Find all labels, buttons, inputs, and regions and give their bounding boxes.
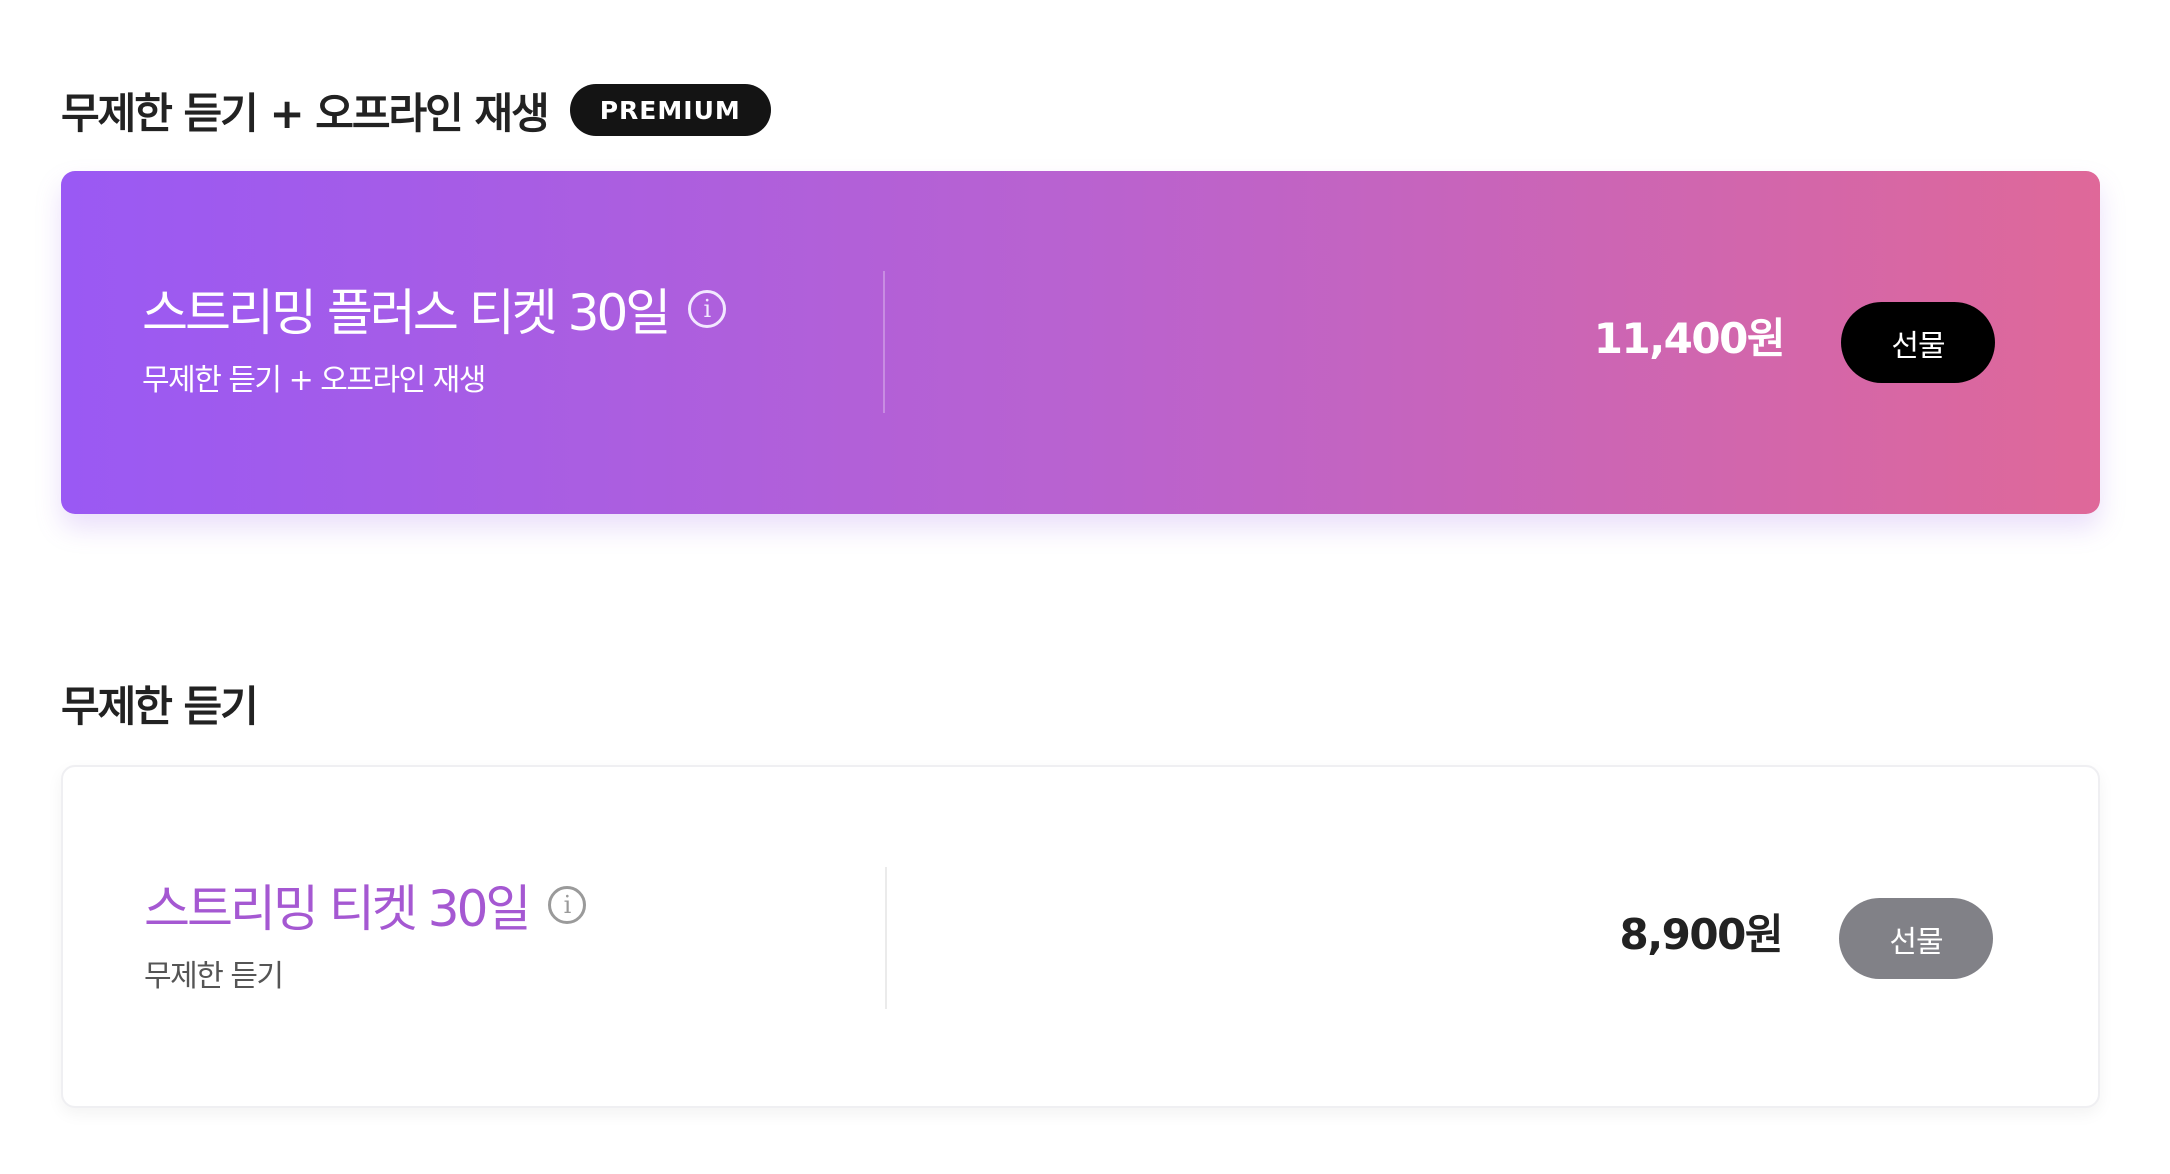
ticket-description: 무제한 듣기 (144, 959, 284, 994)
gift-button[interactable]: 선물 (1841, 302, 1995, 383)
streaming-ticket-card[interactable]: 스트리밍 티켓 30일 i 무제한 듣기 8,900원 선물 (61, 765, 2100, 1108)
premium-section-header: 무제한 듣기 + 오프라인 재생 PREMIUM (61, 82, 771, 138)
info-circle-icon[interactable]: i (548, 886, 587, 924)
ticket-title-row: 스트리밍 티켓 30일 i (144, 875, 587, 938)
ticket-info: 스트리밍 티켓 30일 i 무제한 듣기 (144, 875, 587, 995)
gift-button[interactable]: 선물 (1839, 898, 1993, 979)
ticket-list-page: 무제한 듣기 + 오프라인 재생 PREMIUM 스트리밍 플러스 티켓 30일… (0, 0, 2170, 1174)
card-divider (883, 271, 885, 413)
basic-section-header: 무제한 듣기 (61, 675, 259, 731)
basic-section-title: 무제한 듣기 (61, 681, 259, 731)
ticket-title-row: 스트리밍 플러스 티켓 30일 i (142, 279, 727, 342)
ticket-name: 스트리밍 플러스 티켓 30일 (142, 284, 671, 342)
info-circle-icon[interactable]: i (688, 290, 727, 328)
streaming-plus-ticket-card[interactable]: 스트리밍 플러스 티켓 30일 i 무제한 듣기 + 오프라인 재생 11,40… (61, 171, 2100, 514)
premium-section-title: 무제한 듣기 + 오프라인 재생 (61, 88, 550, 138)
ticket-name: 스트리밍 티켓 30일 (144, 880, 531, 938)
ticket-price: 8,900원 (1619, 910, 1784, 959)
ticket-price: 11,400원 (1593, 314, 1786, 363)
ticket-description: 무제한 듣기 + 오프라인 재생 (142, 363, 486, 398)
premium-badge: PREMIUM (569, 84, 771, 136)
ticket-info: 스트리밍 플러스 티켓 30일 i 무제한 듣기 + 오프라인 재생 (142, 279, 727, 399)
card-divider (885, 867, 887, 1009)
